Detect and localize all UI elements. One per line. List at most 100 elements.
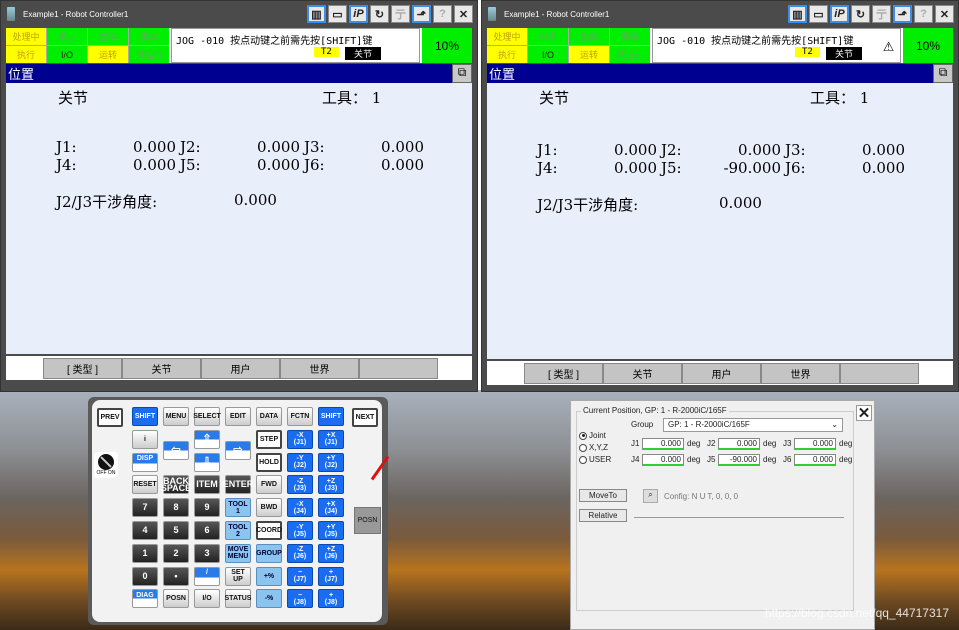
export-icon[interactable]: ⬏ — [893, 5, 912, 23]
key-+z-j3[interactable]: +Z (J3) — [318, 475, 344, 495]
key-fwd[interactable]: FWD — [256, 475, 282, 495]
next-key[interactable]: NEXT — [352, 408, 378, 427]
joint-input[interactable]: 0.000 — [794, 454, 836, 466]
key-4[interactable]: 4 — [132, 521, 158, 540]
key-x-j1[interactable]: -X (J1) — [287, 429, 313, 449]
key-6[interactable]: 6 — [194, 521, 220, 540]
key-3[interactable]: 3 — [194, 543, 220, 563]
key-arrow[interactable]: ⇨ — [225, 440, 251, 460]
key-disp[interactable]: DISP ▭▭ — [132, 452, 158, 472]
key-edit[interactable]: EDIT — [225, 407, 251, 426]
key-bwd[interactable]: BWD — [256, 498, 282, 518]
key-+%[interactable]: +% — [256, 566, 282, 586]
key-select[interactable]: SELECT — [193, 407, 221, 426]
close-icon[interactable]: ✕ — [935, 5, 954, 23]
trash-icon[interactable]: ▥ — [788, 5, 807, 23]
key-step[interactable]: STEP — [256, 429, 282, 449]
key-+-j7[interactable]: + (J7) — [318, 566, 344, 586]
key-+x-j4[interactable]: +X (J4) — [318, 498, 344, 518]
function-key-f5[interactable] — [840, 362, 919, 384]
close-icon[interactable]: ✕ — [454, 5, 473, 23]
key-+-j8[interactable]: + (J8) — [318, 589, 344, 609]
teach-icon[interactable]: 亍 — [391, 5, 410, 23]
key-1[interactable]: 1 — [132, 543, 158, 563]
key-y-j2[interactable]: -Y (J2) — [287, 452, 313, 472]
prev-key[interactable]: PREV — [97, 408, 123, 427]
key-j8[interactable]: − (J8) — [287, 589, 313, 609]
function-key-f5[interactable] — [359, 357, 438, 379]
function-key-f1[interactable]: [ 类型 ] — [524, 362, 603, 384]
key-2[interactable]: 2 — [163, 543, 189, 563]
close-icon[interactable]: ✕ — [856, 405, 872, 422]
key-z-j6[interactable]: -Z (J6) — [287, 543, 313, 563]
key-+y-j5[interactable]: +Y (J5) — [318, 521, 344, 540]
joint-input[interactable]: -90.000 — [718, 454, 760, 466]
ip-icon[interactable]: iP — [830, 5, 849, 23]
joint-input[interactable]: 0.000 — [718, 438, 760, 450]
key-switch[interactable]: OFF ON — [94, 452, 118, 478]
key-posn[interactable]: POSN — [163, 589, 189, 609]
export-icon[interactable]: ⬏ — [412, 5, 431, 23]
mode-radio-3[interactable]: USER — [579, 455, 611, 464]
function-key-f3[interactable]: 用户 — [201, 357, 280, 379]
key-data[interactable]: DATA — [256, 407, 282, 426]
key-j7[interactable]: − (J7) — [287, 566, 313, 586]
key-x-j4[interactable]: -X (J4) — [287, 498, 313, 518]
key-+z-j6[interactable]: +Z (J6) — [318, 543, 344, 563]
help-icon[interactable]: ? — [914, 5, 933, 23]
key-back-space[interactable]: BACK SPACE — [161, 475, 191, 495]
key-status[interactable]: STATUS — [225, 589, 251, 609]
key-hold[interactable]: HOLD — [256, 452, 282, 472]
group-select[interactable]: GP: 1 - R-2000iC/165F ⌄ — [663, 418, 843, 432]
key-menu[interactable]: MENU — [163, 407, 189, 426]
function-key-f4[interactable]: 世界 — [761, 362, 840, 384]
key-8[interactable]: 8 — [163, 498, 189, 518]
key-fctn[interactable]: FCTN — [287, 407, 313, 426]
key-enter[interactable]: ENTER — [223, 475, 253, 495]
key-tool-2[interactable]: TOOL 2 — [225, 521, 251, 540]
function-key-f3[interactable]: 用户 — [682, 362, 761, 384]
function-key-f2[interactable]: 关节 — [122, 357, 201, 379]
help-icon[interactable]: ? — [433, 5, 452, 23]
key-+y-j2[interactable]: +Y (J2) — [318, 452, 344, 472]
key-coord[interactable]: COORD — [256, 521, 282, 540]
maximize-icon[interactable]: ⧉ — [933, 64, 953, 83]
refresh-icon[interactable]: ↻ — [851, 5, 870, 23]
keyboard-icon[interactable]: ▭ — [328, 5, 347, 23]
key-reset[interactable]: RESET — [132, 475, 158, 495]
key-shift[interactable]: SHIFT — [318, 407, 344, 426]
key-shift[interactable]: SHIFT — [132, 407, 158, 426]
keyboard-icon[interactable]: ▭ — [809, 5, 828, 23]
key-arrow[interactable]: • — [163, 566, 189, 586]
key-z-j3[interactable]: -Z (J3) — [287, 475, 313, 495]
relative-button[interactable]: Relative — [579, 509, 627, 522]
key-i[interactable]: i — [132, 429, 158, 449]
joint-input[interactable]: 0.000 — [794, 438, 836, 450]
function-key-f2[interactable]: 关节 — [603, 362, 682, 384]
joint-input[interactable]: 0.000 — [642, 454, 684, 466]
key-i-o[interactable]: I/O — [194, 589, 220, 609]
key-9[interactable]: 9 — [194, 498, 220, 518]
key-set-up[interactable]: SET UP — [225, 566, 251, 586]
function-key-f1[interactable]: [ 类型 ] — [43, 357, 122, 379]
trash-icon[interactable]: ▥ — [307, 5, 326, 23]
key-5[interactable]: 5 — [163, 521, 189, 540]
key-tool-1[interactable]: TOOL 1 — [225, 498, 251, 518]
maximize-icon[interactable]: ⧉ — [452, 64, 472, 83]
joint-input[interactable]: 0.000 — [642, 438, 684, 450]
posn-side-button[interactable]: POSN — [354, 507, 381, 534]
key-7[interactable]: 7 — [132, 498, 158, 518]
key-+x-j1[interactable]: +X (J1) — [318, 429, 344, 449]
move-to-button[interactable]: MoveTo — [579, 489, 627, 502]
key-move-menu[interactable]: MOVE MENU — [225, 543, 251, 563]
key-arrow[interactable]: ⇩ — [194, 452, 220, 472]
key-arrow[interactable]: / — — [194, 566, 220, 586]
key-y-j5[interactable]: -Y (J5) — [287, 521, 313, 540]
key-item[interactable]: ITEM — [194, 475, 220, 495]
key-arrow[interactable]: ⇧ — [194, 429, 220, 449]
key-%[interactable]: -% — [256, 589, 282, 609]
function-key-f4[interactable]: 世界 — [280, 357, 359, 379]
search-icon[interactable]: ⌕ — [643, 489, 658, 503]
teach-icon[interactable]: 亍 — [872, 5, 891, 23]
ip-icon[interactable]: iP — [349, 5, 368, 23]
